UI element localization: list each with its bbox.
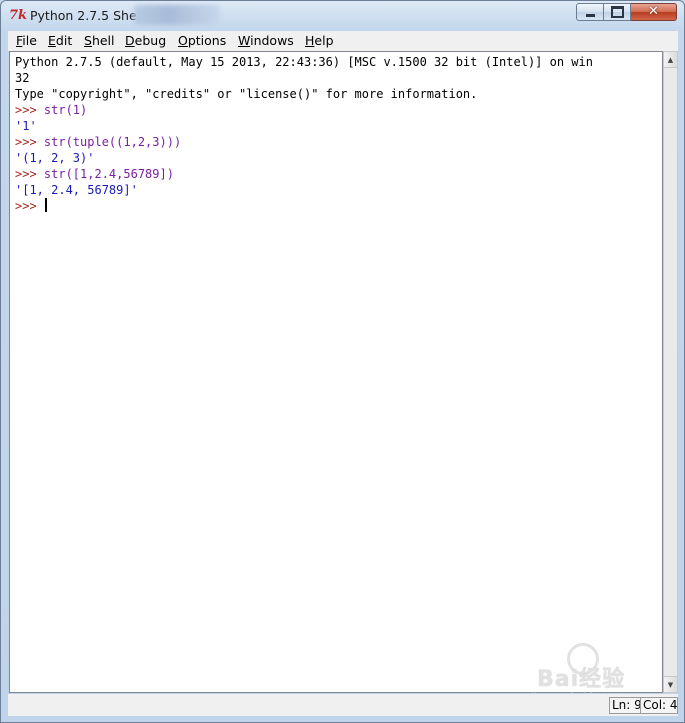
prompt: >>> <box>15 167 44 181</box>
column-number-status: Col: 4 <box>640 697 678 714</box>
menu-windows-label: indows <box>250 33 294 48</box>
minimize-icon <box>585 13 595 17</box>
close-icon: ✕ <box>648 4 659 19</box>
menu-options-mnemonic: O <box>178 33 188 48</box>
menu-edit-label: dit <box>55 33 73 48</box>
menu-windows-mnemonic: W <box>238 33 251 48</box>
banner-line-1: Python 2.7.5 (default, May 15 2013, 22:4… <box>15 55 593 69</box>
menu-help-label: elp <box>314 33 334 48</box>
current-input-line[interactable]: >>> <box>15 198 47 214</box>
window-title: Python 2.7.5 Shell <box>30 8 144 23</box>
command-text: str(1) <box>43 103 88 117</box>
command-text: str(tuple((1,2,3))) <box>43 135 182 149</box>
menu-edit[interactable]: Edit <box>48 33 72 49</box>
menu-debug[interactable]: Debug <box>125 33 166 49</box>
scroll-up-button[interactable]: ▲ <box>664 52 677 68</box>
line-number-status: Ln: 9 <box>609 697 642 714</box>
tk-feather-icon[interactable]: 7k <box>9 8 27 24</box>
menu-debug-mnemonic: D <box>125 33 135 48</box>
menu-bar: File Edit Shell Debug Options Windows He… <box>8 31 678 51</box>
title-bar[interactable]: 7k Python 2.7.5 Shell ✕ <box>1 1 684 31</box>
menu-windows[interactable]: Windows <box>238 33 294 49</box>
menu-shell[interactable]: Shell <box>84 33 115 49</box>
prompt: >>> <box>15 199 44 213</box>
blurred-title-area <box>134 5 220 25</box>
status-bar: Ln: 9 Col: 4 <box>8 694 678 716</box>
command-text: str([1,2.4,56789]) <box>43 167 174 181</box>
menu-shell-mnemonic: S <box>84 33 92 48</box>
close-button[interactable]: ✕ <box>631 3 677 21</box>
menu-debug-label: ebug <box>134 33 167 48</box>
menu-file-label: ile <box>22 33 37 48</box>
menu-options[interactable]: Options <box>178 33 226 49</box>
text-cursor <box>44 198 47 212</box>
maximize-icon <box>610 6 624 18</box>
menu-options-label: ptions <box>187 33 227 48</box>
menu-file[interactable]: File <box>16 33 37 49</box>
scroll-down-button[interactable]: ▼ <box>664 676 677 692</box>
banner-line-3: Type "copyright", "credits" or "license(… <box>15 87 478 101</box>
menu-help-mnemonic: H <box>305 33 315 48</box>
result-line-1: '1' <box>15 119 37 133</box>
input-line-1: >>> str(1) <box>15 102 87 118</box>
menu-help[interactable]: Help <box>305 33 334 49</box>
input-line-2: >>> str(tuple((1,2,3))) <box>15 134 181 150</box>
menu-shell-label: hell <box>91 33 115 48</box>
idle-shell-window: 7k Python 2.7.5 Shell ✕ File Edit Shell … <box>0 0 685 723</box>
scroll-down-arrow-icon: ▼ <box>667 680 674 689</box>
watermark-text: Bai经验 <box>537 667 626 692</box>
input-line-3: >>> str([1,2.4,56789]) <box>15 166 174 182</box>
minimize-button[interactable] <box>576 3 604 21</box>
maximize-button[interactable] <box>604 3 631 21</box>
result-line-3: '[1, 2.4, 56789]' <box>15 183 138 197</box>
shell-text-area[interactable]: Python 2.7.5 (default, May 15 2013, 22:4… <box>9 51 663 693</box>
prompt: >>> <box>15 103 44 117</box>
banner-line-2: 32 <box>15 71 30 85</box>
vertical-scrollbar[interactable]: ▲ ▼ <box>663 51 678 693</box>
result-line-2: '(1, 2, 3)' <box>15 151 95 165</box>
menu-edit-mnemonic: E <box>48 33 56 48</box>
scroll-up-arrow-icon: ▲ <box>667 55 674 64</box>
prompt: >>> <box>15 135 44 149</box>
